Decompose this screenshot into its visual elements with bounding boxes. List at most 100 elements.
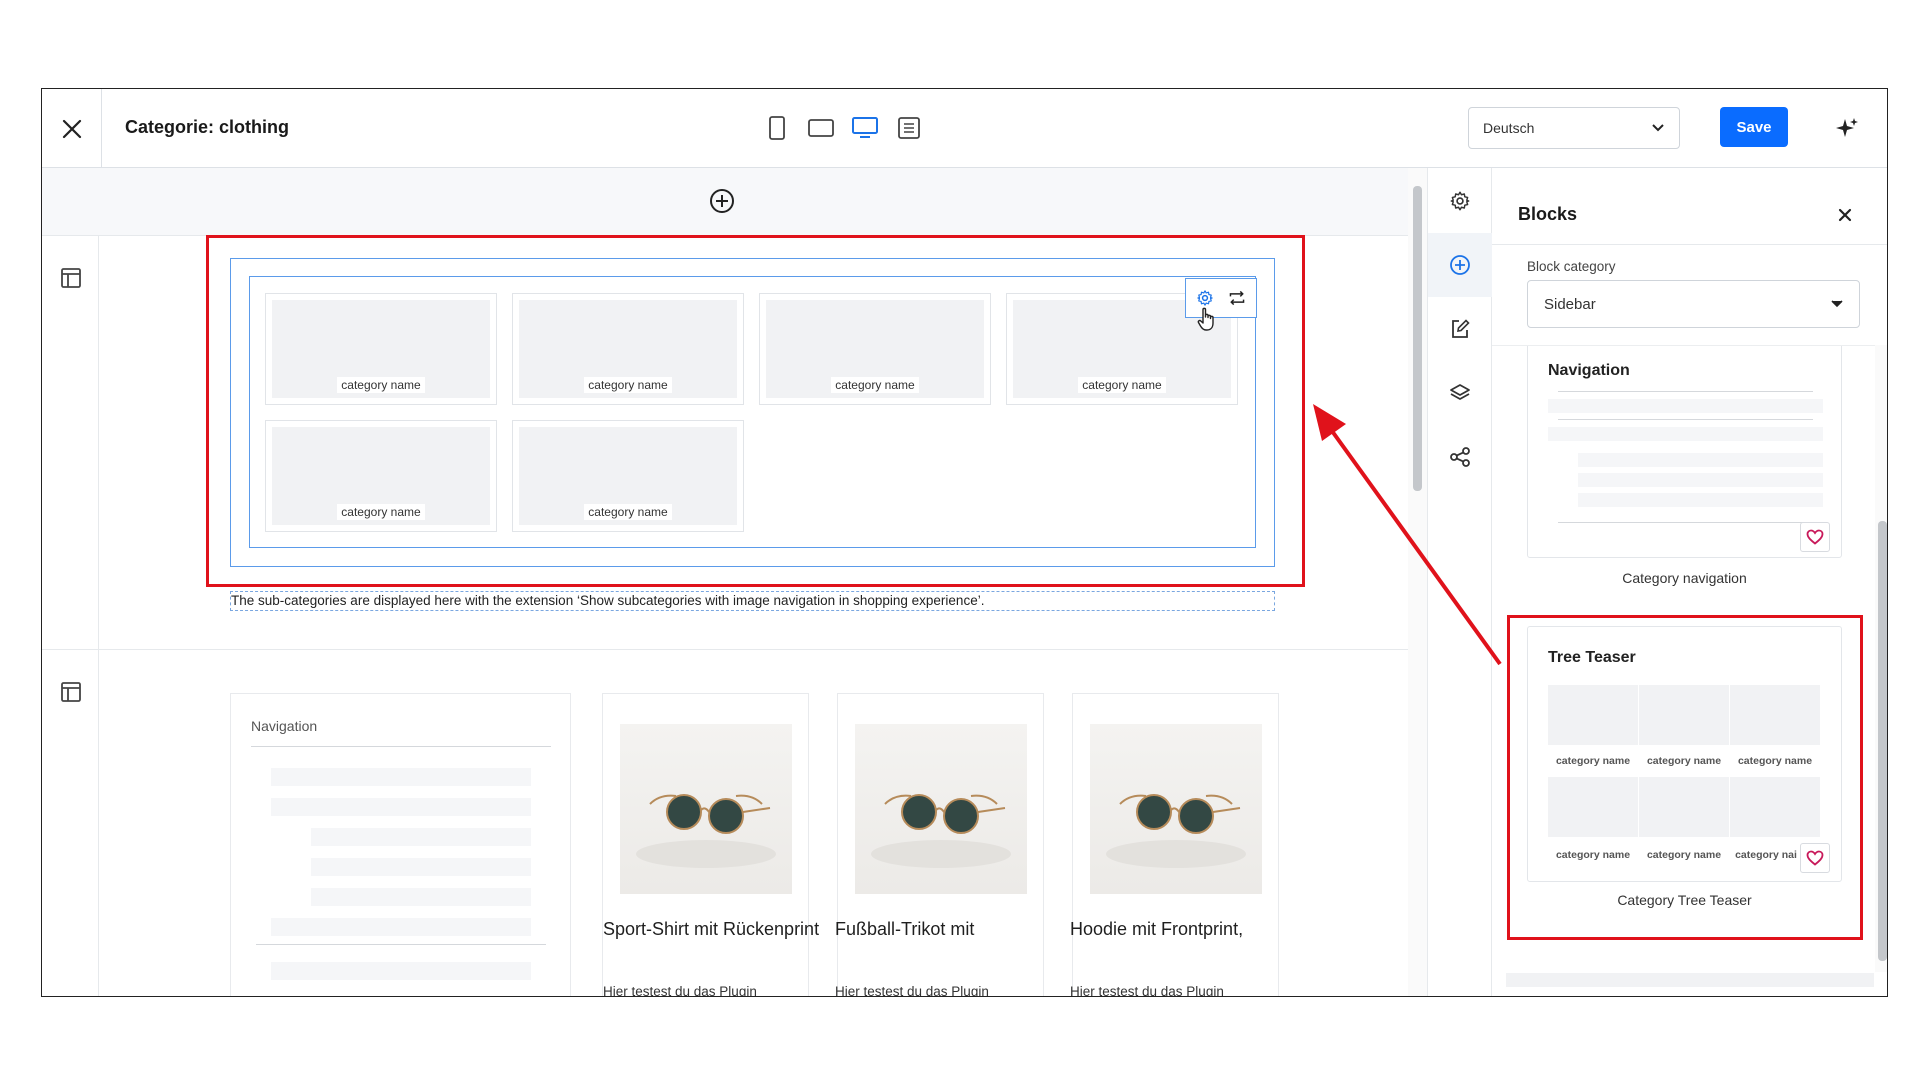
- section-gutter: [42, 236, 99, 996]
- favorite-button[interactable]: [1800, 843, 1830, 873]
- nav-placeholder-line: [311, 828, 531, 846]
- product-name[interactable]: Fußball-Trikot mit Rückenprint: [835, 916, 1075, 942]
- list-view-icon: [898, 117, 920, 139]
- sparkle-icon: [1836, 118, 1858, 137]
- section-divider: [42, 649, 1408, 650]
- product-image: [620, 724, 792, 894]
- element-swap-button[interactable]: [1224, 285, 1250, 311]
- add-section-button[interactable]: [707, 186, 737, 216]
- product-description: Hier testest du das Plugin: [603, 984, 757, 997]
- desktop-icon: [852, 117, 878, 138]
- nav-placeholder-line: [271, 798, 531, 816]
- app-window: Categorie: clothing Deutsch Save categor…: [41, 88, 1888, 997]
- category-tile[interactable]: category name: [759, 293, 991, 405]
- chevron-down-icon: [1831, 300, 1843, 308]
- close-icon: [1838, 208, 1852, 222]
- tablet-icon: [808, 119, 834, 137]
- nav-placeholder-line: [271, 962, 531, 980]
- product-card[interactable]: Hoodie mit Frontprint, personalisierbar …: [1070, 693, 1279, 997]
- sidebar-tab-edit[interactable]: [1428, 297, 1492, 361]
- ai-assistant-button[interactable]: [1832, 114, 1862, 144]
- product-name[interactable]: Hoodie mit Frontprint, personalisierbar: [1070, 916, 1310, 942]
- category-tile[interactable]: category name: [512, 420, 744, 532]
- nav-placeholder-line: [1578, 473, 1823, 487]
- nav-placeholder-line: [1548, 399, 1823, 413]
- language-select[interactable]: Deutsch: [1468, 107, 1680, 149]
- swap-icon: [1229, 290, 1245, 306]
- category-tile[interactable]: category name: [265, 420, 497, 532]
- block-preview-category-navigation[interactable]: Navigation: [1527, 346, 1842, 558]
- product-description: Hier testest du das Plugin: [1070, 984, 1224, 997]
- element-settings-button[interactable]: [1192, 285, 1218, 311]
- category-tile-label: category name: [831, 377, 919, 393]
- canvas-scrollbar[interactable]: [1408, 168, 1427, 996]
- desktop-view-button[interactable]: [850, 113, 880, 143]
- mini-category-tile: [1730, 777, 1820, 837]
- block-preview-title: Navigation: [1548, 362, 1630, 379]
- mobile-view-button[interactable]: [762, 113, 792, 143]
- mini-category-tile: [1730, 685, 1820, 745]
- share-icon: [1450, 447, 1470, 467]
- mini-category-tile: [1548, 685, 1638, 745]
- list-view-button[interactable]: [894, 113, 924, 143]
- close-button[interactable]: [42, 89, 102, 168]
- block-category-select[interactable]: Sidebar: [1527, 280, 1860, 328]
- panel-divider: [1492, 244, 1887, 245]
- panel-scroll-thumb[interactable]: [1878, 521, 1887, 961]
- sidebar-tab-settings[interactable]: [1428, 169, 1492, 233]
- add-circle-icon: [1450, 255, 1470, 275]
- nav-placeholder-line: [311, 858, 531, 876]
- block-preview-category-tree-teaser[interactable]: Tree Teaser category name category name …: [1527, 626, 1842, 882]
- sunglasses-image: [636, 794, 776, 868]
- canvas-scroll-thumb[interactable]: [1413, 186, 1422, 491]
- panel-horizontal-scrollbar[interactable]: [1506, 973, 1874, 987]
- mini-category-tile: [1639, 777, 1729, 837]
- extension-note: The sub-categories are displayed here wi…: [230, 591, 1275, 611]
- layout-canvas: category name category name category nam…: [42, 168, 1427, 997]
- nav-placeholder-line: [1578, 493, 1823, 507]
- mini-category-label: category name: [1555, 755, 1631, 767]
- nav-divider: [1558, 419, 1813, 420]
- category-tile-label: category name: [337, 504, 425, 520]
- sidebar-tab-bar: [1427, 168, 1492, 996]
- category-tile-label: category name: [337, 377, 425, 393]
- mini-category-label: category nai: [1735, 849, 1797, 861]
- blocks-panel: Blocks Block category Sidebar Navigation: [1492, 168, 1887, 996]
- chevron-down-icon: [1652, 124, 1664, 132]
- category-tile[interactable]: category name: [265, 293, 497, 405]
- product-card[interactable]: Sport-Shirt mit Rückenprint Hier testest…: [602, 693, 819, 997]
- panel-scrollbar[interactable]: [1875, 345, 1887, 972]
- save-button[interactable]: Save: [1720, 107, 1788, 147]
- add-circle-icon: [710, 189, 734, 213]
- language-value: Deutsch: [1483, 120, 1535, 136]
- panel-close-button[interactable]: [1832, 202, 1858, 228]
- product-name[interactable]: Sport-Shirt mit Rückenprint: [603, 916, 843, 942]
- block-list: Navigation Category navigation Tree Teas…: [1492, 345, 1887, 972]
- category-tile[interactable]: category name: [512, 293, 744, 405]
- panel-title: Blocks: [1518, 204, 1578, 224]
- top-bar: Categorie: clothing Deutsch Save: [42, 89, 1887, 168]
- close-icon: [62, 119, 81, 138]
- sidebar-tab-layers[interactable]: [1428, 361, 1492, 425]
- block-caption: Category Tree Teaser: [1617, 892, 1752, 908]
- nav-divider: [256, 944, 546, 945]
- sidebar-tab-share[interactable]: [1428, 425, 1492, 489]
- favorite-button[interactable]: [1800, 522, 1830, 552]
- sidebar-tab-blocks[interactable]: [1428, 233, 1492, 297]
- product-card[interactable]: Fußball-Trikot mit Rückenprint Hier test…: [835, 693, 1044, 996]
- gear-icon: [1450, 191, 1470, 211]
- heart-icon: [1806, 850, 1824, 866]
- section-settings-button[interactable]: [59, 680, 83, 704]
- navigation-sidebar-preview[interactable]: Navigation: [230, 693, 571, 996]
- category-tile-label: category name: [1078, 377, 1166, 393]
- block-category-value: Sidebar: [1544, 295, 1596, 313]
- device-switcher: [762, 113, 924, 143]
- nav-divider: [1558, 391, 1813, 392]
- section-settings-button[interactable]: [59, 266, 83, 290]
- block-caption: Category navigation: [1622, 570, 1747, 586]
- nav-placeholder-line: [1548, 427, 1823, 441]
- sunglasses-image: [871, 794, 1011, 868]
- tablet-view-button[interactable]: [806, 113, 836, 143]
- layers-icon: [1450, 384, 1470, 400]
- mini-category-label: category name: [1646, 849, 1722, 861]
